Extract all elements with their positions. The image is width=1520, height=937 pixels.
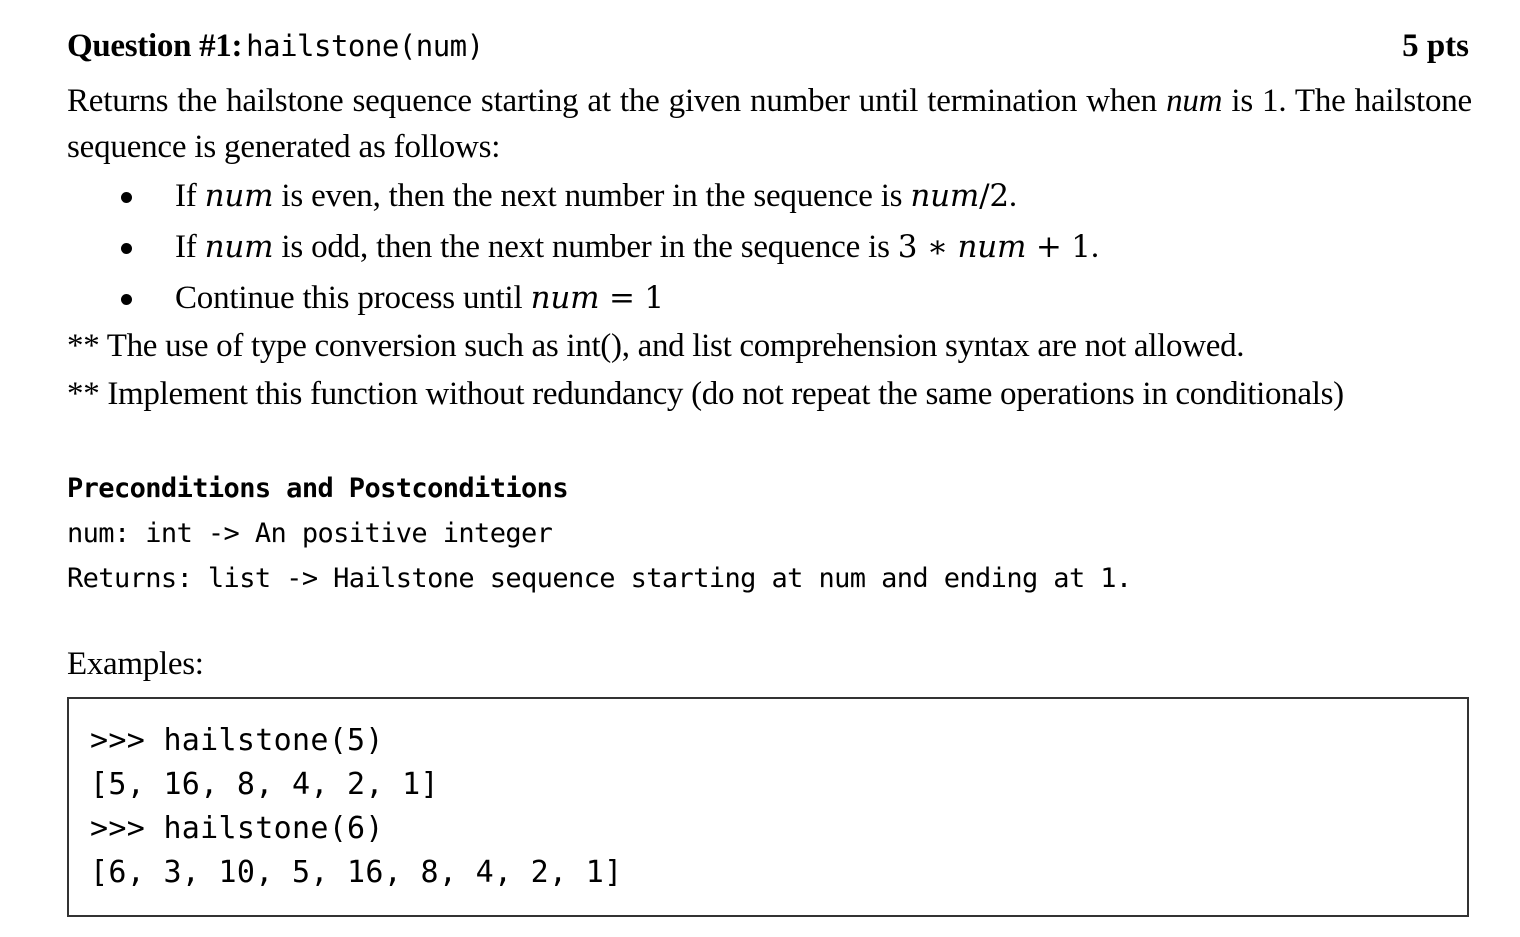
question-label: Question #1: (67, 28, 243, 64)
rule-expression-variable: num (957, 229, 1027, 265)
rule-item-odd: If num is odd, then the next number in t… (67, 222, 1472, 273)
question-description: Returns the hailstone sequence starting … (67, 78, 1472, 170)
rule-variable: num (204, 178, 274, 214)
rule-expression-variable: num (910, 178, 980, 214)
question-title: Question #1: hailstone(num) (67, 28, 484, 65)
example-output: [6, 3, 10, 5, 16, 8, 4, 2, 1] (90, 855, 623, 890)
examples-label: Examples: (67, 646, 204, 682)
conditions-section: Preconditions and Postconditions num: int… (67, 466, 1132, 601)
rule-expression-variable: num (530, 280, 600, 316)
restriction-notes: ** The use of type conversion such as in… (67, 322, 1487, 418)
rules-list: If num is even, then the next number in … (67, 171, 1472, 324)
rule-text: Continue this process until (175, 280, 531, 316)
rule-expression: + 1 (1026, 229, 1091, 265)
rule-text: If (175, 229, 205, 265)
bullet-icon (121, 192, 132, 203)
rule-text: If (175, 178, 205, 214)
rule-expression: 3 ∗ (897, 229, 958, 265)
points-value: 5 pts (1402, 28, 1469, 64)
function-signature: hailstone(num) (246, 29, 484, 63)
rule-expression: /2 (979, 178, 1009, 214)
example-output: [5, 16, 8, 4, 2, 1] (90, 767, 439, 802)
rule-text: is even, then the next number in the seq… (273, 178, 911, 214)
example-call: >>> hailstone(5) (90, 723, 384, 758)
conditions-heading: Preconditions and Postconditions (67, 473, 569, 504)
rule-text: . (1090, 229, 1099, 265)
description-variable: num (1166, 83, 1223, 119)
rule-item-even: If num is even, then the next number in … (67, 171, 1472, 222)
rule-variable: num (204, 229, 274, 265)
bullet-icon (121, 294, 132, 305)
rule-text: is odd, then the next number in the sequ… (273, 229, 898, 265)
note-redundancy: ** Implement this function without redun… (67, 376, 1344, 412)
description-text: Returns the hailstone sequence starting … (67, 78, 1472, 170)
bullet-icon (121, 243, 132, 254)
note-type-conversion: ** The use of type conversion such as in… (67, 328, 1245, 364)
description-text-part: Returns the hailstone sequence starting … (67, 83, 1167, 119)
rule-text: . (1008, 178, 1017, 214)
examples-code: >>> hailstone(5) [5, 16, 8, 4, 2, 1] >>> h… (90, 719, 622, 895)
postcondition-text: Returns: list -> Hailstone sequence star… (67, 563, 1132, 594)
question-header: Question #1: hailstone(num) 5 pts (67, 28, 1469, 72)
rule-item-continue: Continue this process until num = 1 (67, 273, 1472, 324)
examples-box: >>> hailstone(5) [5, 16, 8, 4, 2, 1] >>> h… (67, 697, 1469, 917)
rule-expression: = 1 (599, 280, 664, 316)
precondition-text: num: int -> An positive integer (67, 518, 553, 549)
example-call: >>> hailstone(6) (90, 811, 384, 846)
